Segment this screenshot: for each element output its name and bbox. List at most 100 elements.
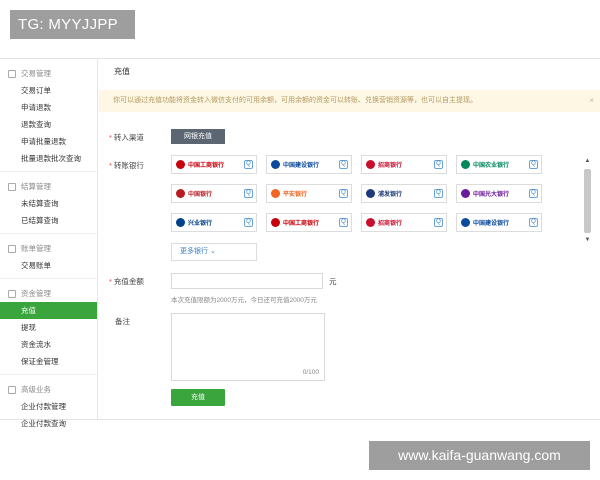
bank-option[interactable]: 中国农业银行 Q (456, 155, 542, 174)
sidebar-item-enterprise-pay[interactable]: 企业付款管理 (0, 398, 97, 415)
bank-option[interactable]: 中国银行 Q (171, 184, 257, 203)
sidebar-item-refund-query[interactable]: 退款查询 (0, 116, 97, 133)
sidebar-divider (0, 233, 97, 234)
quick-pay-icon: Q (434, 160, 443, 169)
bank-logo-icon (271, 160, 280, 169)
sidebar-group-bills: 账单管理 交易账单 (0, 240, 97, 274)
sidebar-group-settlement: 结算管理 未结算查询 已结算查询 (0, 178, 97, 229)
sidebar-divider (0, 171, 97, 172)
bank-name: 浦发银行 (378, 192, 403, 198)
remark-label: 备注 (115, 317, 130, 326)
bank-option[interactable]: 浦发银行 Q (361, 184, 447, 203)
online-banking-button[interactable]: 网银充值 (171, 129, 225, 144)
sidebar-item-recharge[interactable]: 充值 (0, 302, 97, 319)
scroll-thumb[interactable] (584, 169, 591, 233)
bank-option[interactable]: 招商银行 Q (361, 213, 447, 232)
bank-name: 招商银行 (378, 163, 403, 169)
bank-logo-icon (176, 218, 185, 227)
quick-pay-icon: Q (244, 160, 253, 169)
sidebar-item-deposit[interactable]: 保证金管理 (0, 353, 97, 370)
bank-name: 平安银行 (283, 192, 308, 198)
notice-banner: 你可以通过充值功能将资金转入微信支付的可用余额，可用余额的资金可以转账、兑换营销… (99, 90, 600, 112)
document-icon (8, 244, 16, 253)
bank-name: 中国工商银行 (283, 221, 320, 227)
bank-scrollbar[interactable]: ▲ ▼ (583, 157, 592, 257)
scroll-down-icon[interactable]: ▼ (583, 236, 592, 245)
sidebar-group-title: 高级业务 (0, 381, 97, 398)
sidebar-item-fund-flow[interactable]: 资金流水 (0, 336, 97, 353)
sidebar: 交易管理 交易订单 申请退款 退款查询 申请批量退款 批量退款批次查询 结算管理… (0, 59, 98, 428)
quick-pay-icon: Q (339, 189, 348, 198)
bank-option[interactable]: 中国工商银行 Q (266, 213, 352, 232)
sidebar-item-enterprise-pay-query[interactable]: 企业付款查询 (0, 415, 97, 432)
bank-logo-icon (461, 189, 470, 198)
sidebar-item-refund[interactable]: 申请退款 (0, 99, 97, 116)
sidebar-item-trade-bill[interactable]: 交易账单 (0, 257, 97, 274)
close-icon[interactable]: × (589, 90, 594, 112)
sidebar-group-title: 账单管理 (0, 240, 97, 257)
bank-option[interactable]: 中国光大银行 Q (456, 184, 542, 203)
chevron-down-icon: ⌄ (209, 248, 216, 255)
watermark-top: TG: MYYJJPP (10, 10, 135, 39)
cloud-icon (8, 385, 16, 394)
bank-option[interactable]: 平安银行 Q (266, 184, 352, 203)
amount-hint: 本次充值限额为2000万元，今日还可充值2000万元 (171, 297, 317, 304)
sidebar-item-batch-refund[interactable]: 申请批量退款 (0, 133, 97, 150)
bank-option[interactable]: 兴业银行 Q (171, 213, 257, 232)
bank-option[interactable]: 中国建设银行 Q (266, 155, 352, 174)
wallet-icon (8, 289, 16, 298)
bank-name: 中国建设银行 (473, 221, 510, 227)
bank-name: 中国工商银行 (188, 163, 225, 169)
list-icon (8, 69, 16, 78)
bank-label: * 转账银行 (109, 161, 144, 170)
bank-name: 兴业银行 (188, 221, 213, 227)
channel-label: * 转入渠道 (109, 133, 144, 142)
bank-name: 中国建设银行 (283, 163, 320, 169)
sidebar-divider (0, 278, 97, 279)
bank-name: 中国光大银行 (473, 192, 510, 198)
bank-logo-icon (271, 218, 280, 227)
grid-icon (8, 182, 16, 191)
sidebar-group-title: 交易管理 (0, 65, 97, 82)
quick-pay-icon: Q (529, 189, 538, 198)
bank-logo-icon (461, 160, 470, 169)
bank-option[interactable]: 中国建设银行 Q (456, 213, 542, 232)
more-banks-button[interactable]: 更多银行 ⌄ (171, 243, 257, 261)
remark-textarea[interactable]: 0/100 (171, 313, 325, 381)
bank-name: 中国银行 (188, 192, 213, 198)
sidebar-divider (0, 374, 97, 375)
bank-option[interactable]: 中国工商银行 Q (171, 155, 257, 174)
app-root: TG: MYYJJPP 交易管理 交易订单 申请退款 退款查询 申请批量退款 批… (0, 0, 600, 480)
bank-logo-icon (366, 218, 375, 227)
bank-option[interactable]: 招商银行 Q (361, 155, 447, 174)
bank-logo-icon (366, 160, 375, 169)
bank-logo-icon (366, 189, 375, 198)
amount-input[interactable] (171, 273, 323, 289)
bank-logo-icon (176, 189, 185, 198)
amount-label: * 充值金额 (109, 277, 144, 286)
bank-name: 中国农业银行 (473, 163, 510, 169)
recharge-submit-button[interactable]: 充值 (171, 389, 225, 406)
bank-logo-icon (461, 218, 470, 227)
scroll-up-icon[interactable]: ▲ (583, 157, 592, 166)
quick-pay-icon: Q (434, 189, 443, 198)
sidebar-item-withdraw[interactable]: 提现 (0, 319, 97, 336)
bank-name: 招商银行 (378, 221, 403, 227)
sidebar-item-settled[interactable]: 已结算查询 (0, 212, 97, 229)
sidebar-item-unsettled[interactable]: 未结算查询 (0, 195, 97, 212)
sidebar-group-advanced: 高级业务 企业付款管理 企业付款查询 (0, 381, 97, 432)
remark-counter: 0/100 (302, 369, 319, 376)
quick-pay-icon: Q (244, 218, 253, 227)
sidebar-item-batch-refund-query[interactable]: 批量退款批次查询 (0, 150, 97, 167)
amount-unit: 元 (329, 277, 337, 286)
notice-text: 你可以通过充值功能将资金转入微信支付的可用余额，可用余额的资金可以转账、兑换营销… (113, 97, 477, 104)
main-content: 充值 你可以通过充值功能将资金转入微信支付的可用余额，可用余额的资金可以转账、兑… (99, 59, 600, 419)
sidebar-group-trade: 交易管理 交易订单 申请退款 退款查询 申请批量退款 批量退款批次查询 (0, 65, 97, 167)
quick-pay-icon: Q (434, 218, 443, 227)
sidebar-group-title: 资金管理 (0, 285, 97, 302)
page-title: 充值 (114, 67, 130, 76)
quick-pay-icon: Q (529, 160, 538, 169)
sidebar-item-orders[interactable]: 交易订单 (0, 82, 97, 99)
quick-pay-icon: Q (339, 218, 348, 227)
quick-pay-icon: Q (529, 218, 538, 227)
